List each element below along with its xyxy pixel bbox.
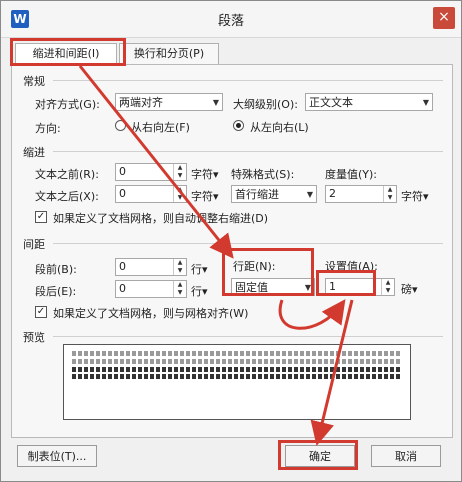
annotation-arrows bbox=[78, 65, 354, 446]
arrow-to-set-value bbox=[278, 299, 346, 330]
arrow-to-line-spacing bbox=[78, 65, 234, 259]
